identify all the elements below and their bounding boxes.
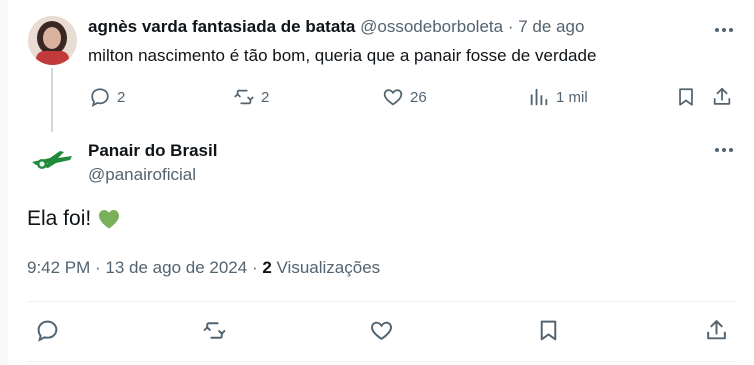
bookmark-button[interactable] [536, 318, 561, 343]
like-button[interactable]: 26 [382, 86, 427, 108]
author-name[interactable]: agnès varda fantasiada de batata [88, 17, 355, 36]
author-name[interactable]: Panair do Brasil [88, 141, 217, 161]
views-chart-icon [530, 88, 548, 106]
share-button[interactable] [711, 86, 733, 108]
heart-icon [371, 321, 392, 340]
reply-button[interactable]: 2 [89, 86, 125, 108]
repost-button[interactable]: 2 [233, 86, 269, 108]
thread-connector [51, 68, 53, 132]
share-button[interactable] [704, 318, 729, 343]
reply-count: 2 [117, 88, 126, 106]
divider [27, 301, 736, 302]
timestamp[interactable]: 9:42 PM · 13 de ago de 2024 · [27, 258, 262, 277]
repost-icon [203, 322, 226, 339]
author-handle[interactable]: @panairoficial [88, 165, 196, 185]
reply-text: milton nascimento é tão bom, queria que … [88, 46, 597, 65]
share-icon [713, 87, 731, 105]
avatar[interactable] [28, 16, 77, 65]
author-handle[interactable]: @ossodeborboleta [360, 17, 503, 36]
repost-icon [234, 89, 254, 105]
views-label: Visualizações [271, 258, 381, 277]
panair-logo [28, 137, 76, 185]
share-icon [707, 320, 726, 340]
reply-icon [37, 320, 58, 342]
separator: · [507, 17, 514, 36]
left-border [0, 0, 8, 365]
avatar[interactable] [28, 137, 76, 185]
tweet-metadata: 9:42 PM · 13 de ago de 2024 · 2 Visualiz… [27, 258, 380, 278]
more-options-icon[interactable] [712, 140, 736, 160]
like-count: 26 [410, 88, 427, 106]
bookmark-button[interactable] [675, 86, 697, 108]
views-count: 2 [262, 258, 272, 277]
green-heart-emoji-icon [99, 210, 120, 229]
tweet-body: Ela foi! [27, 207, 92, 230]
like-button[interactable] [369, 318, 394, 343]
repost-button[interactable] [202, 318, 227, 343]
bookmark-icon [679, 88, 693, 106]
bookmark-icon [540, 320, 557, 341]
reply-icon [91, 88, 109, 107]
more-options-icon[interactable] [712, 20, 736, 40]
reply-button[interactable] [35, 318, 60, 343]
tweet-text: Ela foi! [27, 207, 121, 231]
heart-icon [383, 89, 403, 106]
post-time[interactable]: 7 de ago [518, 17, 584, 36]
reply-header: agnès varda fantasiada de batata @ossode… [88, 17, 584, 37]
repost-count: 2 [261, 88, 270, 106]
divider [27, 361, 736, 362]
views-button[interactable]: 1 mil [528, 86, 588, 108]
view-count: 1 mil [556, 88, 588, 106]
